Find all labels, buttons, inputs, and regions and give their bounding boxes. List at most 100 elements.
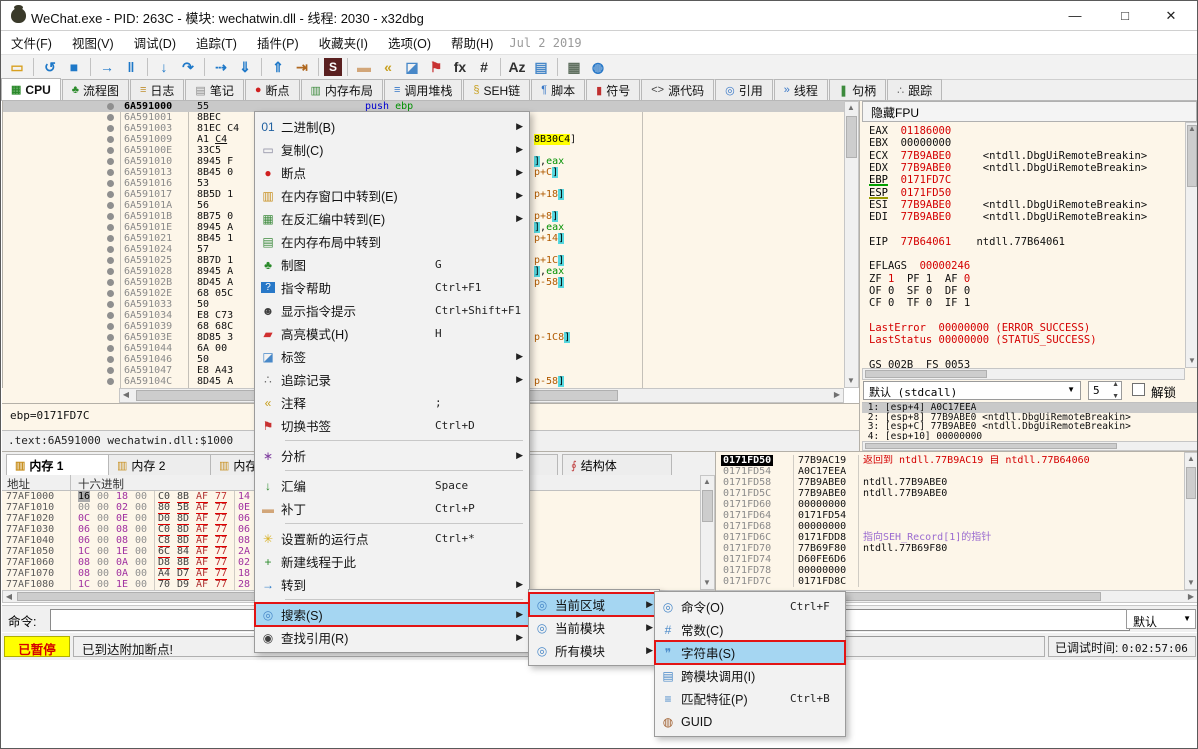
hex-byte[interactable]: 00 <box>135 502 147 513</box>
menu-comment[interactable]: «注释; <box>255 391 529 414</box>
menu-assemble[interactable]: ↓汇编Space <box>255 474 529 497</box>
menu-follow-in-dump[interactable]: ▥在内存窗口中转到(E)▶ <box>255 184 529 207</box>
menu-analysis[interactable]: ∗分析▶ <box>255 444 529 467</box>
disassembly-vscrollbar[interactable]: ▲▼ <box>844 101 859 388</box>
submenu-current-region[interactable]: ◎当前区域▶ <box>529 593 659 616</box>
tab-symbols[interactable]: ▮符号 <box>586 79 640 100</box>
command-profile-select[interactable]: 默认 ▼ <box>1126 609 1196 629</box>
calculator-icon[interactable]: ▦ <box>563 56 585 78</box>
stack-row[interactable]: 0171FD6000000000 <box>716 499 1184 510</box>
hex-byte[interactable]: 08 <box>116 524 128 535</box>
submenu-current-module[interactable]: ◎当前模块▶ <box>529 616 659 639</box>
hex-byte[interactable]: 08 <box>78 568 90 579</box>
breakpoint-dot[interactable] <box>107 114 114 121</box>
submenu-command[interactable]: ◎命令(O)Ctrl+F <box>655 595 845 618</box>
scroll-right-icon[interactable]: ▶ <box>831 389 843 401</box>
patch-icon[interactable]: ▬ <box>353 56 375 78</box>
menubar-item-4[interactable]: 追踪(T) <box>186 30 247 55</box>
scroll-down-icon[interactable]: ▼ <box>1186 355 1198 367</box>
pointer-byte[interactable]: AF <box>196 579 208 590</box>
tab-references[interactable]: ◎引用 <box>715 79 773 100</box>
comments-icon[interactable]: « <box>377 56 399 78</box>
breakpoint-dot[interactable] <box>107 136 114 143</box>
menu-copy[interactable]: ▭复制(C)▶ <box>255 138 529 161</box>
hide-fpu-button[interactable]: 隐藏FPU <box>862 101 1197 122</box>
menu-find-references[interactable]: ◉查找引用(R)▶ <box>255 626 529 649</box>
hex-byte[interactable]: 28 <box>238 579 250 590</box>
hex-byte[interactable]: 18 <box>238 568 250 579</box>
stack-rows[interactable]: 0171FD5077B9AC19返回到 ntdll.77B9AC19 自 ntd… <box>716 455 1184 590</box>
globe-icon[interactable]: ◍ <box>587 56 609 78</box>
hex-byte[interactable]: 0E <box>238 502 250 513</box>
registers-list[interactable]: EAX 01186000EBX 00000000ECX 77B9ABE0 <nt… <box>862 122 1185 368</box>
hex-byte[interactable]: 00 <box>97 502 109 513</box>
menu-highlighting-mode[interactable]: ▰高亮模式(H)H <box>255 322 529 345</box>
hex-byte[interactable]: 18 <box>116 491 128 502</box>
menubar-item-7[interactable]: 选项(O) <box>378 30 441 55</box>
menu-show-mnemonic-brief[interactable]: ☻显示指令提示Ctrl+Shift+F1 <box>255 299 529 322</box>
tab-breakpoints[interactable]: ●断点 <box>245 79 300 100</box>
menubar-item-2[interactable]: 视图(V) <box>62 30 124 55</box>
execute-till-return-icon[interactable]: ⇓ <box>234 56 256 78</box>
minimize-button[interactable]: — <box>1053 1 1097 30</box>
register-row[interactable]: GS 002B FS 0053 <box>869 359 970 368</box>
breakpoint-dot[interactable] <box>107 268 114 275</box>
stack-row[interactable]: 0171FD5C77B9ABE0ntdll.77B9ABE0 <box>716 488 1184 499</box>
unlock-checkbox[interactable] <box>1132 383 1145 396</box>
hex-byte[interactable]: 0E <box>116 513 128 524</box>
tab-memory-map[interactable]: ▥内存布局 <box>301 79 383 100</box>
hex-byte[interactable]: 00 <box>97 491 109 502</box>
menu-help-on-mnemonic[interactable]: ?指令帮助Ctrl+F1 <box>255 276 529 299</box>
case-icon[interactable]: Az <box>506 56 528 78</box>
hex-byte[interactable]: 00 <box>135 568 147 579</box>
scroll-up-icon[interactable]: ▲ <box>845 102 857 114</box>
stack-row[interactable]: 0171FD5077B9AC19返回到 ntdll.77B9AC19 自 ntd… <box>716 455 1184 466</box>
breakpoint-dot[interactable] <box>107 158 114 165</box>
hex-byte[interactable]: 06 <box>238 513 250 524</box>
submenu-all-modules[interactable]: ◎所有模块▶ <box>529 639 659 662</box>
hex-byte[interactable]: 1C <box>78 546 90 557</box>
run-until-return-icon[interactable]: ⇑ <box>267 56 289 78</box>
tab-notes[interactable]: ▤笔记 <box>185 79 243 100</box>
tab-source[interactable]: <>源代码 <box>641 79 714 100</box>
restart-icon[interactable]: ↺ <box>39 56 61 78</box>
hex-byte[interactable]: 00 <box>97 568 109 579</box>
hex-byte[interactable]: 06 <box>238 524 250 535</box>
hex-byte[interactable]: 14 <box>238 491 250 502</box>
hex-byte[interactable]: 00 <box>135 579 147 590</box>
menu-search[interactable]: ◎搜索(S)▶ <box>255 603 529 626</box>
run-icon[interactable]: → <box>96 56 118 78</box>
hex-byte[interactable]: 1E <box>116 546 128 557</box>
hex-byte[interactable]: 02 <box>116 502 128 513</box>
submenu-guid[interactable]: ◍GUID <box>655 710 845 733</box>
arguments-list[interactable]: 1: [esp+4] A0C17EEA 2: [esp+8] 77B9ABE0 … <box>862 402 1198 440</box>
menu-trace-record[interactable]: ∴追踪记录▶ <box>255 368 529 391</box>
breakpoint-dot[interactable] <box>107 367 114 374</box>
memory-vscrollbar[interactable]: ▲▼ <box>700 475 715 590</box>
register-row[interactable]: EDX 77B9ABE0 <ntdll.DbgUiRemoteBreakin> <box>869 162 1147 174</box>
hex-byte[interactable]: 08 <box>238 535 250 546</box>
breakpoint-dot[interactable] <box>107 169 114 176</box>
breakpoint-dot[interactable] <box>107 323 114 330</box>
menubar-item-8[interactable]: 帮助(H) <box>441 30 503 55</box>
breakpoint-dot[interactable] <box>107 147 114 154</box>
breakpoint-dot[interactable] <box>107 246 114 253</box>
scroll-up-icon[interactable]: ▲ <box>1185 453 1197 465</box>
breakpoint-dot[interactable] <box>107 235 114 242</box>
breakpoint-dot[interactable] <box>107 213 114 220</box>
hex-byte[interactable]: 00 <box>97 546 109 557</box>
argument-count-stepper[interactable]: 5 ▲ ▼ <box>1088 381 1122 400</box>
register-row[interactable]: LastError 00000000 (ERROR_SUCCESS) <box>869 322 1090 334</box>
hex-byte[interactable]: 16 <box>78 491 90 502</box>
menu-binary[interactable]: 01二进制(B)▶ <box>255 115 529 138</box>
breakpoint-dot[interactable] <box>107 312 114 319</box>
modules-icon[interactable]: ▤ <box>530 56 552 78</box>
register-row[interactable]: EDI 77B9ABE0 <ntdll.DbgUiRemoteBreakin> <box>869 211 1147 223</box>
submenu-constant[interactable]: #常数(C) <box>655 618 845 641</box>
stack-row[interactable]: 0171FD54A0C17EEA <box>716 466 1184 477</box>
stack-row[interactable]: 0171FD5877B9ABE0ntdll.77B9ABE0 <box>716 477 1184 488</box>
hex-byte[interactable]: 08 <box>116 535 128 546</box>
breakpoint-dot[interactable] <box>107 378 114 385</box>
argument-row[interactable]: 4: [esp+10] 00000000 <box>862 432 1198 440</box>
stack-row[interactable]: 0171FD7C0171FD8C <box>716 576 1184 587</box>
